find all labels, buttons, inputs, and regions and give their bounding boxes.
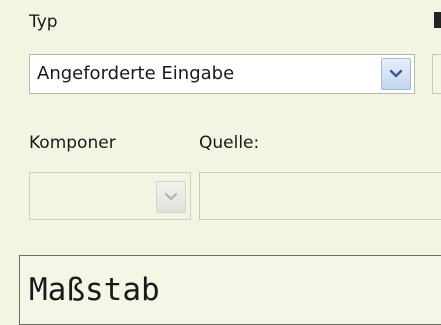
komponente-dropdown-button[interactable] (156, 181, 186, 213)
typ-combobox-value: Angeforderte Eingabe (37, 63, 235, 84)
chevron-down-icon (164, 192, 178, 201)
clipped-field-edge (432, 54, 441, 94)
typ-combobox[interactable]: Angeforderte Eingabe (29, 54, 415, 94)
typ-dropdown-button[interactable] (381, 58, 411, 90)
typ-label: Typ (29, 12, 58, 32)
komponente-label: Komponer (29, 133, 116, 153)
clipped-label-fragment (434, 12, 441, 28)
quelle-field[interactable] (199, 172, 441, 220)
value-text: Maßstab (29, 272, 160, 308)
quelle-label: Quelle: (199, 133, 260, 153)
chevron-down-icon (389, 69, 403, 78)
komponente-combobox[interactable] (29, 172, 191, 220)
